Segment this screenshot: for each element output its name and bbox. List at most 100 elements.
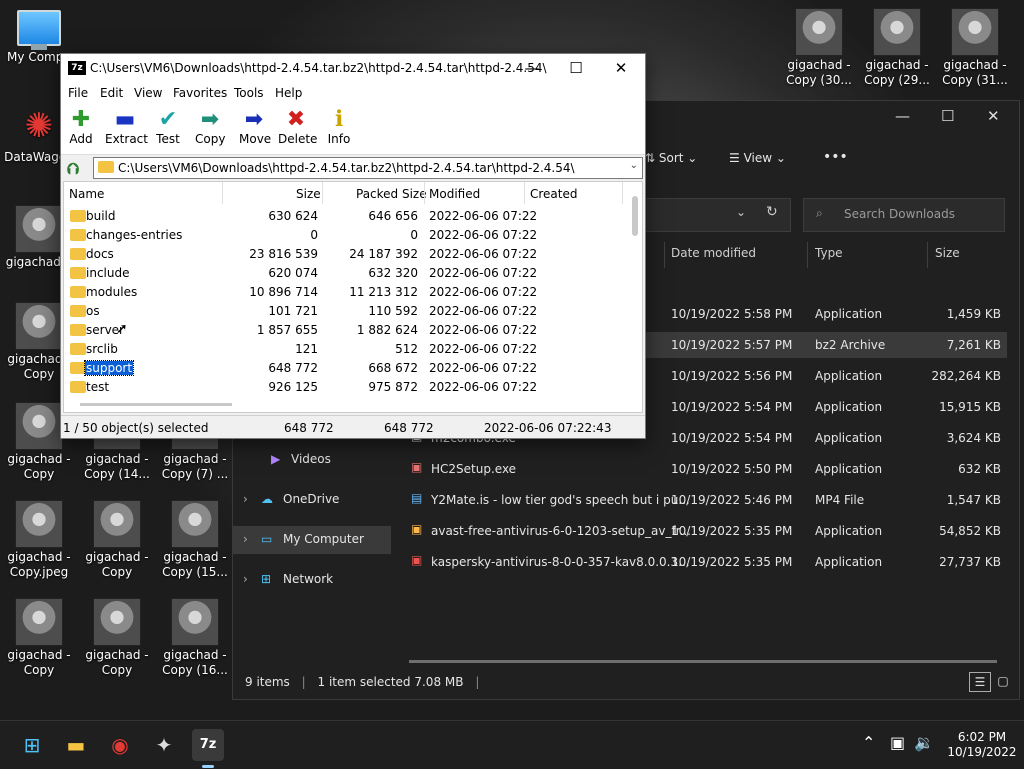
- menu-favorites[interactable]: Favorites: [173, 86, 227, 100]
- list-item[interactable]: modules 10 896 714 11 213 312 2022-06-06…: [64, 283, 630, 302]
- column-header-type[interactable]: Type: [815, 246, 843, 260]
- column-separator[interactable]: [524, 182, 525, 204]
- nav-item-network[interactable]: › ⊞ Network: [233, 566, 391, 594]
- chevron-right-icon[interactable]: ›: [243, 492, 248, 506]
- column-separator[interactable]: [322, 182, 323, 204]
- search-icon: ⌕: [816, 206, 823, 220]
- column-header-created[interactable]: Created: [530, 187, 578, 201]
- desktop-icon-file[interactable]: gigachad - Copy (8).jpeg: [78, 500, 156, 580]
- extract-button[interactable]: ▬ Extract: [105, 108, 148, 147]
- image-thumbnail-icon: [15, 402, 63, 450]
- list-item[interactable]: build 630 624 646 656 2022-06-06 07:22: [64, 207, 630, 226]
- list-item[interactable]: include 620 074 632 320 2022-06-06 07:22: [64, 264, 630, 283]
- chrome-icon[interactable]: ◉: [104, 729, 136, 761]
- sort-button[interactable]: ⇅ Sort ⌄: [645, 151, 697, 165]
- list-item-selected[interactable]: support 648 772 668 672 2022-06-06 07:22: [64, 359, 630, 378]
- maximize-button[interactable]: ☐: [565, 58, 587, 78]
- column-header-date[interactable]: Date modified: [671, 246, 756, 260]
- menu-file[interactable]: File: [68, 86, 88, 100]
- copy-button[interactable]: ➡ Copy: [195, 108, 225, 147]
- view-button[interactable]: ☰ View ⌄: [729, 151, 786, 165]
- delete-button[interactable]: ✖ Delete: [278, 108, 317, 147]
- thumbnails-view-icon[interactable]: ▢: [993, 672, 1013, 690]
- column-separator[interactable]: [424, 182, 425, 204]
- clock[interactable]: 6:02 PM 10/19/2022: [944, 730, 1020, 760]
- file-explorer-icon[interactable]: ▬: [60, 729, 92, 761]
- desktop-icon-file[interactable]: gigachad - Copy (30...: [780, 8, 858, 88]
- network-icon[interactable]: ▣: [890, 733, 905, 752]
- nav-item-onedrive[interactable]: › ☁ OneDrive: [233, 486, 391, 514]
- chevron-down-icon[interactable]: ⌄: [630, 160, 638, 171]
- list-item[interactable]: os 101 721 110 592 2022-06-06 07:22: [64, 302, 630, 321]
- menu-help[interactable]: Help: [275, 86, 302, 100]
- desktop-icon-file[interactable]: gigachad - Copy (9).jpeg: [78, 598, 156, 678]
- close-button[interactable]: ✕: [610, 58, 632, 78]
- desktop-icon-file[interactable]: gigachad - Copy.jpeg: [0, 500, 78, 580]
- address-toolbar: ⮉ C:\Users\VM6\Downloads\httpd-2.4.54.ta…: [61, 155, 645, 181]
- chevron-right-icon[interactable]: ›: [243, 572, 248, 586]
- volume-icon[interactable]: 🔉: [914, 733, 934, 752]
- details-view-icon[interactable]: ☰: [969, 672, 991, 692]
- horizontal-scrollbar[interactable]: [409, 660, 997, 663]
- list-item[interactable]: srclib 121 512 2022-06-06 07:22: [64, 340, 630, 359]
- file-row[interactable]: ▤ Y2Mate.is - low tier god's speech but …: [403, 487, 1007, 513]
- search-input[interactable]: ⌕ Search Downloads: [803, 198, 1005, 232]
- add-button[interactable]: ✚ Add: [67, 108, 95, 147]
- desktop-icon-file[interactable]: gigachad - Copy (29...: [858, 8, 936, 88]
- address-combobox[interactable]: C:\Users\VM6\Downloads\httpd-2.4.54.tar.…: [93, 157, 643, 179]
- videos-icon: ▶: [271, 452, 281, 466]
- list-item[interactable]: changes-entries 0 0 2022-06-06 07:22: [64, 226, 630, 245]
- chevron-up-icon[interactable]: ⌃: [862, 733, 875, 752]
- computer-icon: ▭: [261, 532, 273, 546]
- column-separator: [807, 242, 808, 268]
- image-thumbnail-icon: [171, 598, 219, 646]
- column-separator[interactable]: [622, 182, 623, 204]
- app-shortcut-icon[interactable]: ✦: [148, 729, 180, 761]
- more-options-button[interactable]: •••: [823, 149, 848, 165]
- list-item[interactable]: docs 23 816 539 24 187 392 2022-06-06 07…: [64, 245, 630, 264]
- folder-icon: [70, 210, 86, 222]
- nav-item-videos[interactable]: ▶ Videos: [233, 446, 391, 474]
- column-separator[interactable]: [222, 182, 223, 204]
- minimize-icon[interactable]: —: [895, 107, 910, 125]
- mouse-cursor-icon: ➚: [116, 321, 128, 337]
- title-bar[interactable]: 7z C:\Users\VM6\Downloads\httpd-2.4.54.t…: [61, 54, 645, 84]
- file-row[interactable]: ▣ HC2Setup.exe 10/19/2022 5:50 PM Applic…: [403, 456, 1007, 482]
- menu-view[interactable]: View: [134, 86, 162, 100]
- 7zip-taskbar-icon[interactable]: 7z: [192, 729, 224, 768]
- file-list: Name Size Packed Size Modified Created b…: [63, 181, 643, 413]
- info-button[interactable]: ℹ Info: [326, 108, 352, 147]
- vertical-scrollbar[interactable]: [632, 196, 638, 236]
- menu-tools[interactable]: Tools: [234, 86, 264, 100]
- windows-start-icon[interactable]: ⊞: [16, 729, 48, 761]
- computer-icon: [17, 10, 61, 50]
- close-icon[interactable]: ✕: [987, 107, 1000, 125]
- desktop-icon-file[interactable]: gigachad - Copy (15...: [156, 500, 234, 580]
- column-header-size[interactable]: Size: [935, 246, 960, 260]
- chevron-down-icon[interactable]: ⌄: [736, 205, 746, 219]
- test-button[interactable]: ✔ Test: [155, 108, 181, 147]
- list-item[interactable]: server 1 857 655 1 882 624 2022-06-06 07…: [64, 321, 630, 340]
- menu-edit[interactable]: Edit: [100, 86, 123, 100]
- maximize-icon[interactable]: ☐: [941, 107, 954, 125]
- desktop-icon-file[interactable]: gigachad - Copy (2).jpeg: [0, 598, 78, 678]
- file-row[interactable]: ▣ avast-free-antivirus-6-0-1203-setup_av…: [403, 518, 1007, 544]
- nav-item-my-computer[interactable]: › ▭ My Computer: [233, 526, 391, 554]
- refresh-icon[interactable]: ↻: [766, 204, 778, 220]
- file-row[interactable]: ▣ kaspersky-antivirus-8-0-0-357-kav8.0.0…: [403, 549, 1007, 575]
- address-bar[interactable]: ⌄ ↻: [643, 198, 791, 232]
- column-header-name[interactable]: Name: [69, 187, 104, 201]
- folder-up-icon[interactable]: ⮉: [67, 159, 79, 179]
- column-header-packed-size[interactable]: Packed Size: [356, 187, 427, 201]
- column-header-size[interactable]: Size: [296, 187, 321, 201]
- folder-icon: [98, 161, 114, 173]
- column-header-modified[interactable]: Modified: [429, 187, 480, 201]
- move-button[interactable]: ➡ Move: [239, 108, 271, 147]
- desktop-icon-file[interactable]: gigachad - Copy (16...: [156, 598, 234, 678]
- list-item[interactable]: test 926 125 975 872 2022-06-06 07:22: [64, 378, 630, 397]
- taskbar: ⊞ ▬ ◉ ✦ 7z ⌃ ▣ 🔉 6:02 PM 10/19/2022: [0, 720, 1024, 769]
- horizontal-scrollbar[interactable]: [80, 403, 232, 406]
- minimize-button[interactable]: —: [521, 58, 543, 78]
- chevron-right-icon[interactable]: ›: [243, 532, 248, 546]
- desktop-icon-file[interactable]: gigachad - Copy (31...: [936, 8, 1014, 88]
